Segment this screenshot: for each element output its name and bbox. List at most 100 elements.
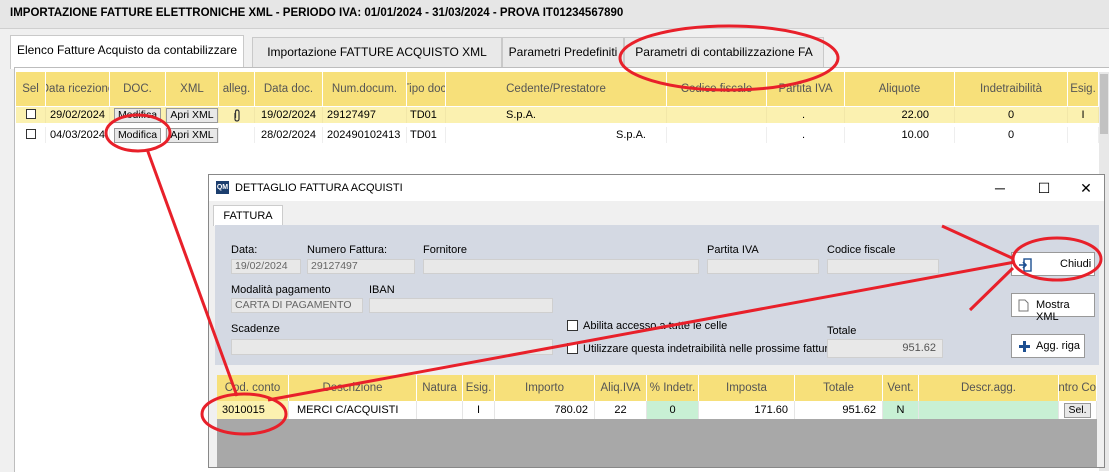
abilita-label: Abilita accesso a tutte le celle xyxy=(583,320,728,332)
table-row[interactable]: 29/02/2024 Modifica Apri XML 19/02/2024 … xyxy=(16,107,1099,123)
close-icon[interactable]: ✕ xyxy=(1071,178,1101,198)
col-aliquote[interactable]: Aliquote xyxy=(845,72,955,106)
scrollbar-thumb[interactable] xyxy=(1100,74,1108,134)
modalita-pagamento-field[interactable]: CARTA DI PAGAMENTO xyxy=(231,298,363,313)
cell-data-ricezione: 29/02/2024 xyxy=(46,107,110,123)
scadenze-field[interactable] xyxy=(231,339,553,355)
totale-field[interactable]: 951.62 xyxy=(827,339,943,358)
cell-partita-iva: . xyxy=(767,127,845,143)
cell-aliq-iva[interactable]: 22 xyxy=(595,401,647,419)
cell-alleg xyxy=(219,127,255,143)
codice-fiscale-label: Codice fiscale xyxy=(827,244,896,256)
col-doc[interactable]: DOC. xyxy=(110,72,166,106)
cell-imposta[interactable]: 171.60 xyxy=(699,401,795,419)
cell-codice-fiscale xyxy=(667,107,767,123)
iban-field[interactable] xyxy=(369,298,553,313)
data-field[interactable]: 19/02/2024 xyxy=(231,259,301,274)
fornitore-field[interactable] xyxy=(423,259,699,274)
scadenze-label: Scadenze xyxy=(231,323,280,335)
col-natura[interactable]: Natura xyxy=(417,375,463,401)
cell-descr-agg[interactable] xyxy=(919,401,1059,419)
tab-parametri-predefiniti[interactable]: Parametri Predefiniti xyxy=(502,37,624,67)
col-importo[interactable]: Importo xyxy=(495,375,595,401)
cell-vent[interactable]: N xyxy=(883,401,919,419)
col-esig[interactable]: Esig. xyxy=(1068,72,1099,106)
col-codice-fiscale[interactable]: Codice fiscale xyxy=(667,72,767,106)
dialog-title: DETTAGLIO FATTURA ACQUISTI xyxy=(235,182,403,194)
minimize-icon[interactable]: ─ xyxy=(985,178,1015,198)
mostra-xml-button[interactable]: Mostra XML xyxy=(1011,293,1095,323)
numero-fattura-field[interactable]: 29127497 xyxy=(307,259,415,274)
plus-icon xyxy=(1019,341,1030,352)
partita-iva-field[interactable] xyxy=(707,259,819,274)
maximize-icon[interactable]: ☐ xyxy=(1029,178,1059,198)
cell-indetr[interactable]: 0 xyxy=(647,401,699,419)
col-centro-costo[interactable]: Centro Costo xyxy=(1059,375,1097,401)
col-num-docum[interactable]: Num.docum. xyxy=(323,72,407,106)
abilita-checkbox[interactable] xyxy=(567,320,578,331)
cell-partita-iva: . xyxy=(767,107,845,123)
col-imposta[interactable]: Imposta xyxy=(699,375,795,401)
col-sel[interactable]: Sel xyxy=(16,72,46,106)
modifica-button[interactable]: Modifica xyxy=(113,128,162,143)
col-indetr[interactable]: % Indetr. xyxy=(647,375,699,401)
col-cod-conto[interactable]: Cod. conto xyxy=(217,375,289,401)
col-cedente[interactable]: Cedente/Prestatore xyxy=(446,72,667,106)
cell-codice-fiscale xyxy=(667,127,767,143)
utilizzare-checkbox[interactable] xyxy=(567,343,578,354)
modifica-button[interactable]: Modifica xyxy=(113,108,162,123)
col-alleg[interactable]: alleg. xyxy=(219,72,255,106)
row-select-checkbox[interactable] xyxy=(25,129,36,139)
cell-importo[interactable]: 780.02 xyxy=(495,401,595,419)
cell-data-doc: 19/02/2024 xyxy=(255,107,323,123)
tab-parametri-contabilizzazione[interactable]: Parametri di contabilizzazione FA xyxy=(624,37,824,67)
codice-fiscale-field[interactable] xyxy=(827,259,939,274)
col-data-ricezione[interactable]: Data ricezione xyxy=(46,72,110,106)
cell-esig[interactable]: I xyxy=(463,401,495,419)
cell-esig: I xyxy=(1068,107,1099,123)
tab-elenco-fatture[interactable]: Elenco Fatture Acquisto da contabilizzar… xyxy=(10,35,244,69)
cell-data-ricezione: 04/03/2024 xyxy=(46,127,110,143)
col-tipo-doc[interactable]: Tipo doc. xyxy=(407,72,446,106)
cell-aliquote: 22.00 xyxy=(845,107,955,123)
centro-costo-sel-button[interactable]: Sel. xyxy=(1064,403,1091,418)
cell-aliquote: 10.00 xyxy=(845,127,955,143)
col-indetraibilita[interactable]: Indetraibilità xyxy=(955,72,1068,106)
tab-fattura[interactable]: FATTURA xyxy=(213,205,283,226)
invoice-form: Data: 19/02/2024 Numero Fattura: 2912749… xyxy=(215,225,1099,365)
cell-cod-conto[interactable]: 3010015 xyxy=(217,401,289,419)
cell-totale[interactable]: 951.62 xyxy=(795,401,883,419)
apri-xml-button[interactable]: Apri XML xyxy=(166,128,218,143)
agg-riga-button[interactable]: Agg. riga xyxy=(1011,334,1085,358)
cell-natura[interactable] xyxy=(417,401,463,419)
app-logo-icon: QM xyxy=(216,181,229,194)
table-row[interactable]: 04/03/2024 Modifica Apri XML 28/02/2024 … xyxy=(16,127,1099,143)
apri-xml-button[interactable]: Apri XML xyxy=(166,108,218,123)
col-descr-agg[interactable]: Descr.agg. xyxy=(919,375,1059,401)
cell-num-docum: 29127497 xyxy=(323,107,407,123)
iban-label: IBAN xyxy=(369,284,395,296)
col-vent[interactable]: Vent. xyxy=(883,375,919,401)
chiudi-button[interactable]: Chiudi xyxy=(1011,252,1095,276)
main-tabs: Elenco Fatture Acquisto da contabilizzar… xyxy=(10,35,1109,69)
app-title: IMPORTAZIONE FATTURE ELETTRONICHE XML - … xyxy=(10,7,624,19)
paperclip-icon[interactable] xyxy=(232,109,242,122)
cell-descrizione[interactable]: MERCI C/ACQUISTI xyxy=(289,401,417,419)
detail-grid-header: Cod. conto Descrizione Natura Esig. Impo… xyxy=(217,375,1097,401)
col-totale[interactable]: Totale xyxy=(795,375,883,401)
col-descrizione[interactable]: Descrizione xyxy=(289,375,417,401)
row-select-checkbox[interactable] xyxy=(25,109,36,119)
tab-importazione-xml[interactable]: Importazione FATTURE ACQUISTO XML xyxy=(252,37,502,67)
dettaglio-fattura-dialog: QM DETTAGLIO FATTURA ACQUISTI ─ ☐ ✕ FATT… xyxy=(208,174,1105,468)
cell-cedente: S.p.A. xyxy=(446,127,667,143)
fornitore-label: Fornitore xyxy=(423,244,468,256)
exit-door-icon xyxy=(1019,258,1032,272)
col-data-doc[interactable]: Data doc. xyxy=(255,72,323,106)
cell-tipo-doc: TD01 xyxy=(407,107,446,123)
document-icon xyxy=(1018,299,1029,312)
col-esig[interactable]: Esig. xyxy=(463,375,495,401)
detail-row[interactable]: 3010015 MERCI C/ACQUISTI I 780.02 22 0 1… xyxy=(217,401,1097,419)
col-xml[interactable]: XML xyxy=(166,72,219,106)
col-partita-iva[interactable]: Partita IVA xyxy=(767,72,845,106)
col-aliq-iva[interactable]: Aliq.IVA xyxy=(595,375,647,401)
